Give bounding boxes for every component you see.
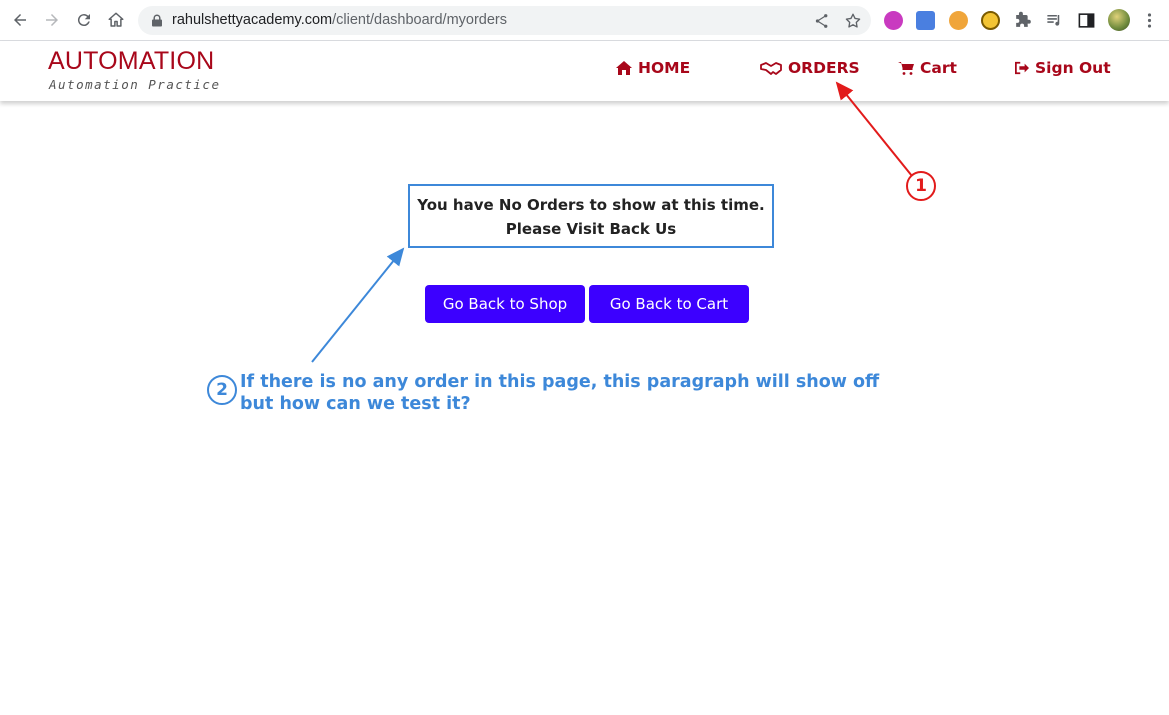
nav-sign-out-label: Sign Out [1035,59,1111,77]
lr-extension-icon[interactable] [884,11,903,30]
lock-icon[interactable] [151,14,163,27]
nav-orders-label: ORDERS [788,59,860,77]
speed-extension-icon[interactable] [981,11,1000,30]
browser-toolbar: rahulshettyacademy.com/client/dashboard/… [0,0,1169,41]
translate-extension-icon[interactable] [916,11,935,30]
kebab-menu-icon[interactable] [1140,11,1159,30]
logo-subtitle: Automation Practice [49,77,221,92]
annotation-note-line-1: If there is no any order in this page, t… [240,372,880,392]
forward-arrow-icon[interactable] [40,8,64,32]
handshake-icon [760,62,782,75]
no-orders-line-1: You have No Orders to show at this time. [417,196,765,214]
sign-out-icon [1015,61,1029,75]
annotation-note-line-2: but how can we test it? [240,394,471,414]
address-bar[interactable]: rahulshettyacademy.com/client/dashboard/… [138,6,871,35]
profile-avatar-icon[interactable] [1108,9,1130,31]
annotation-arrow-2 [311,247,405,363]
puzzle-extensions-icon[interactable] [1013,11,1032,30]
site-header: AUTOMATION Automation Practice HOME ORDE… [0,41,1169,101]
url-text[interactable]: rahulshettyacademy.com/client/dashboard/… [172,12,507,28]
nav-home-label: HOME [638,59,691,77]
reload-icon[interactable] [72,8,96,32]
back-arrow-icon[interactable] [8,8,32,32]
nav-orders[interactable]: ORDERS [760,59,860,77]
url-path: /client/dashboard/myorders [332,12,508,28]
home-icon [616,61,632,75]
no-orders-line-2: Please Visit Back Us [505,220,677,238]
media-queue-icon[interactable] [1045,11,1064,30]
side-panel-icon[interactable] [1077,11,1096,30]
share-icon[interactable] [813,12,831,30]
home-icon[interactable] [104,8,128,32]
go-back-to-cart-button[interactable]: Go Back to Cart [589,285,749,323]
nav-sign-out[interactable]: Sign Out [1015,59,1111,77]
cart-icon [898,62,914,75]
annotation-arrows [311,81,913,363]
nav-cart[interactable]: Cart [898,59,957,77]
nav-home[interactable]: HOME [616,59,690,77]
annotation-marker-1: 1 [906,171,936,201]
cookie-extension-icon[interactable] [949,11,968,30]
logo-title[interactable]: AUTOMATION [48,47,214,76]
url-domain: rahulshettyacademy.com [172,12,333,28]
annotation-marker-2: 2 [207,375,237,405]
nav-cart-label: Cart [920,59,957,77]
go-back-to-shop-button[interactable]: Go Back to Shop [425,285,585,323]
annotation-note: If there is no any order in this page, t… [240,371,879,415]
star-icon[interactable] [844,12,862,30]
no-orders-message: You have No Orders to show at this time.… [408,184,774,248]
